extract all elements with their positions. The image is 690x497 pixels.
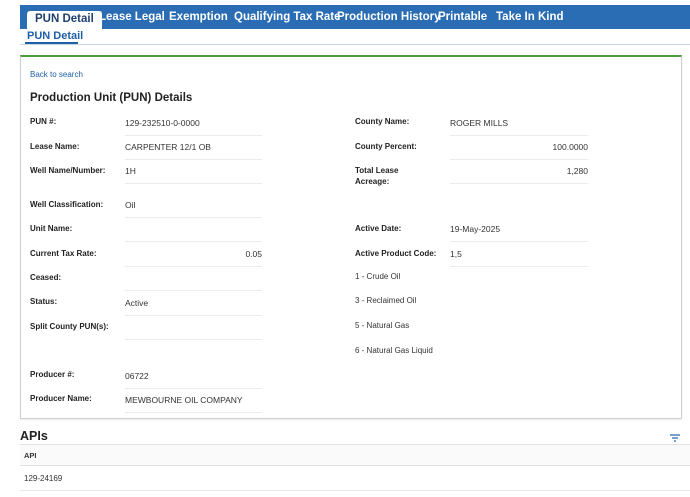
county-name-value: ROGER MILLS	[450, 116, 588, 136]
well-name-label: Well Name/Number:	[30, 166, 106, 175]
well-name-value: 1H	[125, 164, 262, 184]
filter-icon[interactable]	[669, 430, 681, 442]
tab-printable[interactable]: Printable	[438, 5, 487, 29]
county-percent-value: 100.0000	[450, 140, 588, 160]
tab-qualifying-tax-rate[interactable]: Qualifying Tax Rate	[234, 5, 341, 29]
split-county-label: Split County PUN(s):	[30, 322, 109, 331]
well-classification-label: Well Classification:	[30, 200, 104, 209]
well-classification-value: Oil	[125, 198, 262, 218]
product-code-item: 3 - Reclaimed Oil	[355, 296, 417, 305]
ceased-value	[125, 271, 262, 291]
status-label: Status:	[30, 297, 58, 306]
subtab-divider	[20, 44, 690, 45]
tab-production-history[interactable]: Production History	[337, 5, 441, 29]
tab-pun-detail[interactable]: PUN Detail	[27, 11, 102, 29]
tab-exemption[interactable]: Exemption	[169, 5, 228, 29]
apis-section-title: APIs	[20, 429, 48, 443]
split-county-value	[125, 320, 262, 340]
unit-name-label: Unit Name:	[30, 224, 73, 233]
page-title: Production Unit (PUN) Details	[30, 92, 193, 104]
tab-lease-legal[interactable]: Lease Legal	[99, 5, 165, 29]
tab-take-in-kind[interactable]: Take In Kind	[496, 5, 564, 29]
status-value: Active	[125, 296, 262, 316]
product-code-item: 5 - Natural Gas	[355, 321, 410, 330]
lease-name-value: CARPENTER 12/1 OB	[125, 140, 262, 160]
producer-name-value: MEWBOURNE OIL COMPANY	[125, 393, 262, 413]
current-tax-rate-value: 0.05	[125, 247, 262, 267]
ceased-label: Ceased:	[30, 273, 62, 282]
product-code-item: 1 - Crude Oil	[355, 272, 401, 281]
active-date-label: Active Date:	[355, 224, 402, 233]
total-acreage-label: Total Lease Acreage:	[355, 166, 399, 186]
producer-number-label: Producer #:	[30, 370, 75, 379]
active-product-code-label: Active Product Code:	[355, 249, 437, 258]
table-row[interactable]: 129-24169	[20, 467, 690, 491]
apis-table-header: API	[20, 445, 690, 466]
active-product-code-value: 1,5	[450, 247, 588, 267]
county-percent-label: County Percent:	[355, 142, 417, 151]
back-to-search-link[interactable]: Back to search	[30, 70, 83, 79]
api-cell: 129-24169	[24, 474, 63, 483]
product-code-item: 6 - Natural Gas Liquid	[355, 346, 433, 355]
total-acreage-value: 1,280	[450, 164, 588, 184]
subtab-pun-detail[interactable]: PUN Detail	[27, 30, 83, 42]
pun-label: PUN #:	[30, 117, 57, 126]
tab-bar: PUN Detail Lease Legal Exemption Qualify…	[20, 5, 690, 29]
active-date-value: 19-May-2025	[450, 222, 588, 242]
producer-number-value: 06722	[125, 369, 262, 389]
unit-name-value	[125, 222, 262, 242]
producer-name-label: Producer Name:	[30, 394, 92, 403]
api-column-header[interactable]: API	[24, 451, 37, 460]
current-tax-rate-label: Current Tax Rate:	[30, 249, 97, 258]
lease-name-label: Lease Name:	[30, 142, 80, 151]
pun-value: 129-232510-0-0000	[125, 116, 262, 136]
county-name-label: County Name:	[355, 117, 410, 126]
